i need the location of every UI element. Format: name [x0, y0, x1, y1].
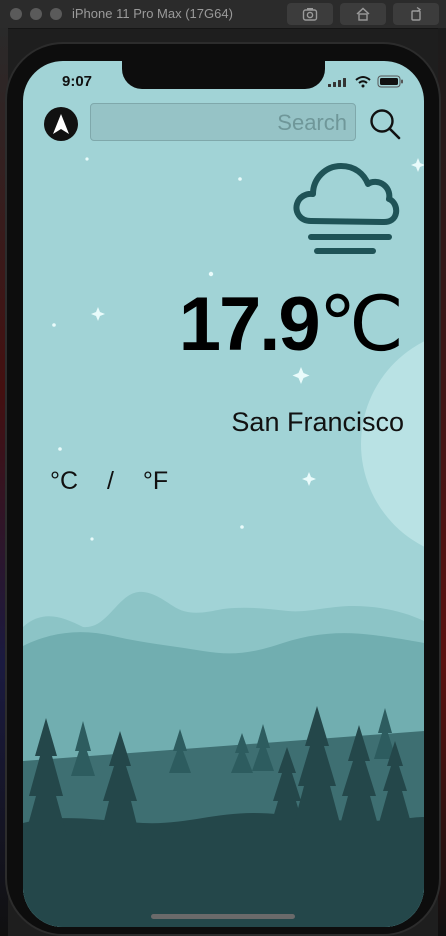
battery-icon: [377, 75, 403, 88]
magnifier-icon: [370, 109, 401, 140]
camera-icon: [302, 8, 318, 21]
simulator-title-bar: iPhone 11 Pro Max (17G64): [0, 0, 446, 29]
window-close-button[interactable]: [10, 8, 22, 20]
status-icons: [328, 75, 403, 88]
fahrenheit-button[interactable]: °F: [143, 467, 168, 496]
device-notch: [122, 61, 325, 89]
unit-toggle: °C / °F: [50, 467, 168, 496]
temperature-display: 17.9℃: [179, 287, 404, 363]
unit-separator: /: [107, 467, 114, 495]
search-input[interactable]: Search: [90, 103, 356, 141]
window-minimize-button[interactable]: [30, 8, 42, 20]
home-indicator[interactable]: [151, 914, 295, 919]
status-time: 9:07: [62, 73, 93, 90]
search-button[interactable]: [368, 107, 402, 141]
navigation-arrow-icon: [53, 114, 69, 134]
home-button[interactable]: [340, 3, 386, 25]
app-screen: 9:07 Search 17.9℃ San Francisco °C / °F: [23, 61, 424, 927]
cloud-fog-icon: [293, 163, 400, 254]
temperature-value: 17.9: [178, 282, 321, 367]
cellular-signal-icon: [328, 78, 346, 87]
simulator-title: iPhone 11 Pro Max (17G64): [72, 6, 233, 21]
rotate-button[interactable]: [393, 3, 439, 25]
celsius-button[interactable]: °C: [50, 467, 78, 496]
home-icon: [356, 7, 370, 21]
rotate-icon: [411, 6, 422, 21]
temperature-unit: ℃: [318, 282, 404, 367]
window-zoom-button[interactable]: [50, 8, 62, 20]
current-location-button[interactable]: [44, 107, 78, 141]
screenshot-button[interactable]: [287, 3, 333, 25]
wifi-icon: [355, 76, 371, 84]
city-name: San Francisco: [231, 407, 404, 437]
